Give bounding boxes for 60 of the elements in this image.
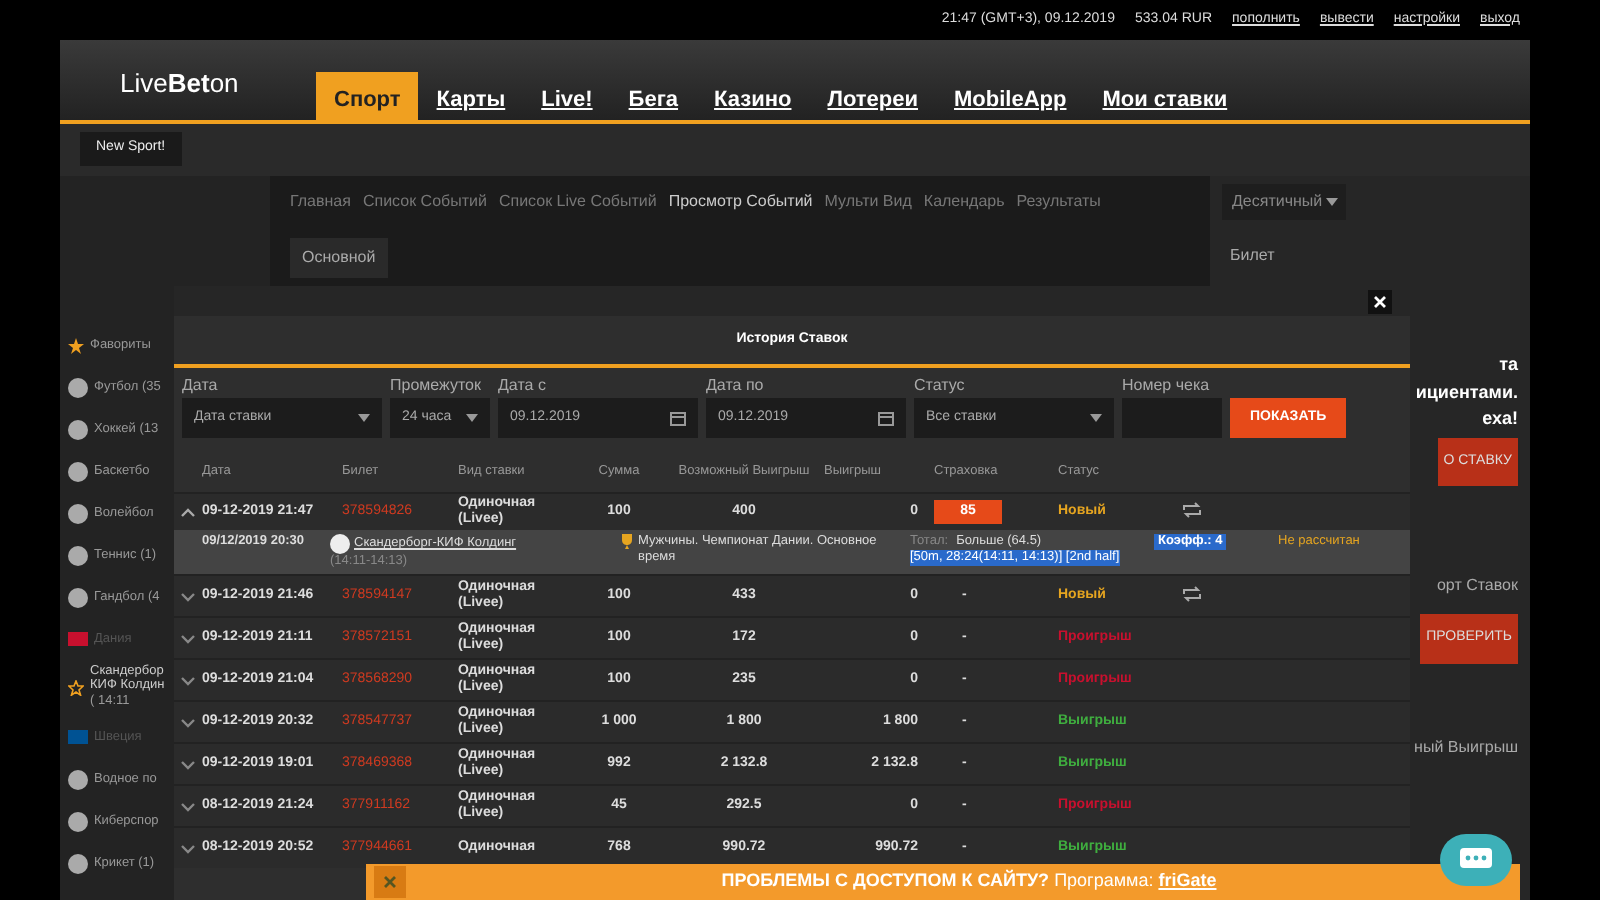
sport-ball-icon xyxy=(68,503,88,523)
nav-tab[interactable]: Спорт xyxy=(316,72,419,120)
calendar-icon xyxy=(878,410,894,426)
promo-text: та xyxy=(1499,352,1518,378)
expand-chevron-icon[interactable] xyxy=(180,801,196,811)
breadcrumb-link[interactable]: Список Событий xyxy=(362,190,487,214)
expand-chevron-icon[interactable] xyxy=(180,633,196,643)
sport-ball-icon xyxy=(68,769,88,789)
expand-chevron-icon[interactable] xyxy=(180,843,196,853)
star-icon xyxy=(68,680,84,696)
breadcrumb-link[interactable]: Результаты xyxy=(1016,190,1101,214)
ticket-title: Билет xyxy=(1228,244,1277,268)
filter-label: Дата с xyxy=(498,374,548,398)
caret-icon xyxy=(358,414,370,422)
caret-icon xyxy=(466,414,478,422)
nav-tab[interactable]: Карты xyxy=(418,72,524,120)
logo[interactable]: LiveBeton xyxy=(60,40,316,120)
breadcrumb-link[interactable]: Главная xyxy=(290,190,351,214)
filter-label: Промежуток xyxy=(390,374,483,398)
import-label: орт Ставок xyxy=(1436,574,1518,598)
calendar-icon xyxy=(670,410,686,426)
banner-text: ПРОБЛЕМЫ С ДОСТУПОМ К САЙТУ? Программа: xyxy=(721,870,1156,891)
breadcrumb-link[interactable]: Просмотр Событий xyxy=(668,190,813,214)
sport-ball-icon xyxy=(68,853,88,873)
filter-label: Статус xyxy=(914,374,967,398)
filter-label: Номер чека xyxy=(1122,374,1212,398)
breadcrumb-link[interactable]: Мульти Вид xyxy=(824,190,912,214)
win-label: ный Выигрыш xyxy=(1414,735,1518,759)
sport-ball-icon xyxy=(68,545,88,565)
expand-chevron-icon[interactable] xyxy=(180,507,196,517)
sport-ball-icon xyxy=(68,587,88,607)
star-icon xyxy=(68,337,84,353)
nav-tab[interactable]: Казино xyxy=(696,72,810,120)
trophy-icon xyxy=(620,534,634,550)
promo-text: еха! xyxy=(1482,406,1518,432)
expand-chevron-icon[interactable] xyxy=(180,759,196,769)
expand-chevron-icon[interactable] xyxy=(180,717,196,727)
caret-icon xyxy=(1090,414,1102,422)
breadcrumb-link[interactable]: Список Live Событий xyxy=(498,190,657,214)
nav-tab[interactable]: Лотереи xyxy=(809,72,937,120)
filter-label: Дата по xyxy=(706,374,766,398)
repeat-icon[interactable] xyxy=(1182,585,1202,602)
sport-ball-icon xyxy=(68,811,88,831)
promo-text: ициентами. xyxy=(1415,379,1518,406)
content-tab[interactable]: Основной xyxy=(290,238,388,278)
sport-ball-icon xyxy=(68,461,88,481)
repeat-icon[interactable] xyxy=(1182,501,1202,518)
expand-chevron-icon[interactable] xyxy=(180,675,196,685)
sport-ball-icon xyxy=(68,377,88,397)
nav-tab[interactable]: Мои ставки xyxy=(1084,72,1246,120)
sport-ball-icon xyxy=(68,419,88,439)
breadcrumb-link[interactable]: Календарь xyxy=(923,190,1005,214)
odds-format-select[interactable]: Десятичный xyxy=(1222,184,1346,220)
filter-label: Дата xyxy=(182,374,220,398)
expand-chevron-icon[interactable] xyxy=(180,591,196,601)
caret-icon xyxy=(1326,198,1339,206)
nav-tab[interactable]: Live! xyxy=(523,72,611,120)
nav-tab[interactable]: Бега xyxy=(610,72,697,120)
nav-tab[interactable]: MobileApp xyxy=(936,72,1085,120)
team-logo-icon xyxy=(330,534,350,554)
